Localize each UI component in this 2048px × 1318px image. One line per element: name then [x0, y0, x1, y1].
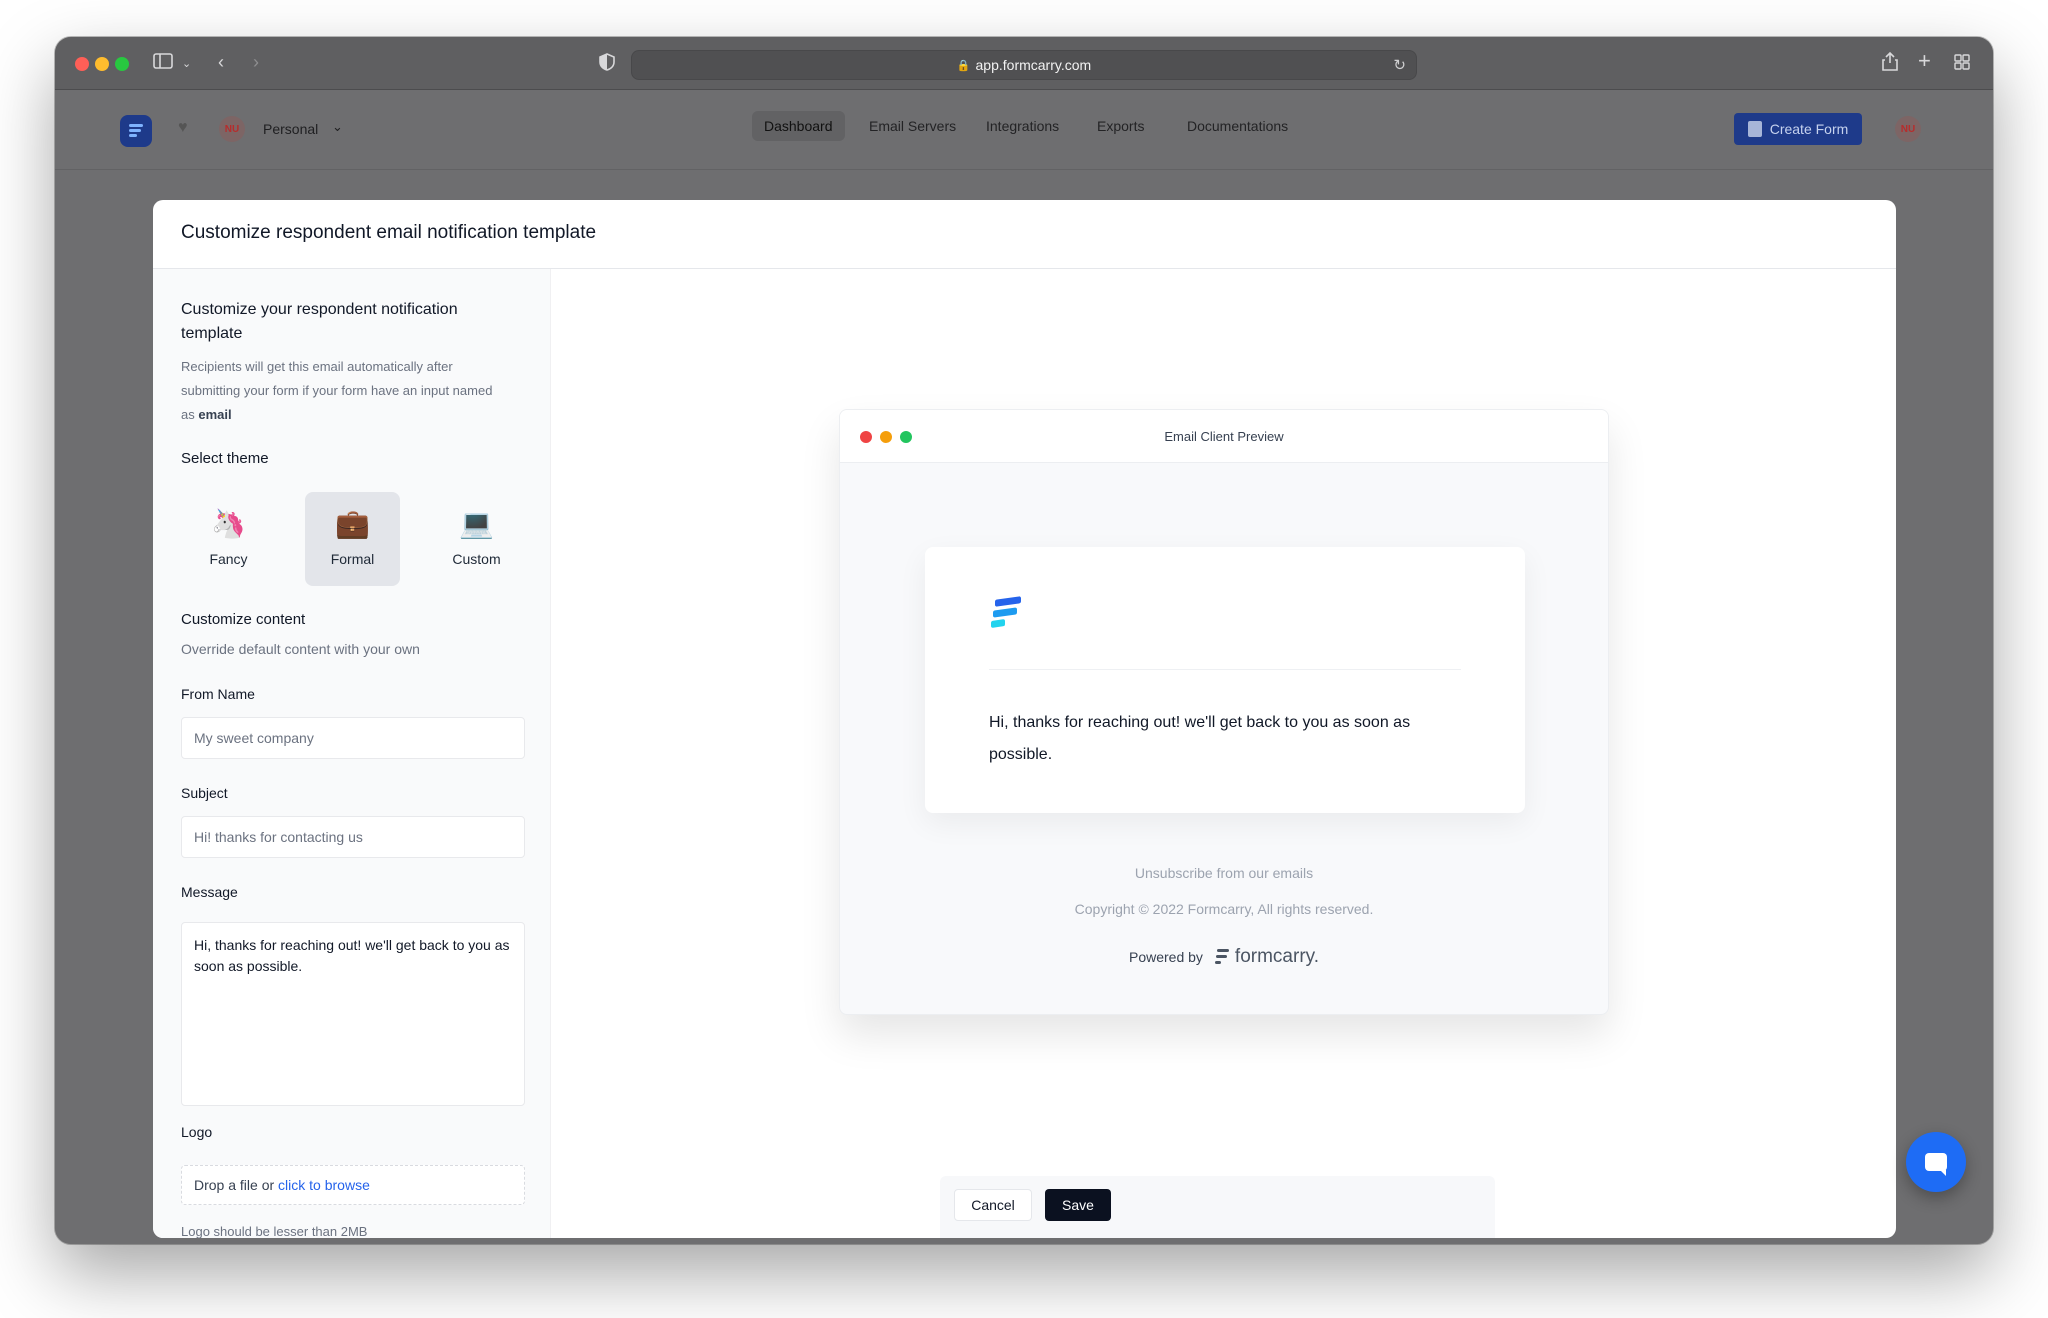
minimize-window-button[interactable] — [95, 57, 109, 71]
new-tab-icon[interactable]: + — [1918, 50, 1931, 72]
message-textarea[interactable]: Hi, thanks for reaching out! we'll get b… — [181, 922, 525, 1106]
chevron-down-icon[interactable]: ⌄ — [332, 119, 343, 135]
nav-integrations[interactable]: Integrations — [974, 111, 1071, 141]
theme-label: Custom — [452, 551, 501, 567]
logo-label: Logo — [181, 1124, 213, 1140]
customize-content-desc: Override default content with your own — [181, 641, 420, 657]
browser-titlebar: ⌄ ‹ › 🔒 app.formcarry.com ↻ + — [55, 37, 1993, 90]
nav-documentations[interactable]: Documentations — [1175, 111, 1300, 141]
modal-title: Customize respondent email notification … — [181, 222, 597, 243]
create-form-button[interactable]: Create Form — [1734, 113, 1862, 145]
email-card: Hi, thanks for reaching out! we'll get b… — [925, 547, 1525, 813]
browse-link[interactable]: click to browse — [278, 1177, 370, 1193]
email-message: Hi, thanks for reaching out! we'll get b… — [989, 714, 1411, 763]
modal-footer: Cancel Save — [940, 1176, 1495, 1238]
url-text: app.formcarry.com — [975, 57, 1092, 73]
theme-label: Formal — [330, 551, 375, 567]
briefcase-icon: 💼 — [335, 508, 370, 539]
tab-overview-icon[interactable] — [1954, 54, 1970, 74]
sidebar-toggle-icon[interactable] — [153, 53, 173, 73]
theme-label: Fancy — [209, 551, 248, 567]
form-icon — [1747, 121, 1762, 137]
email-divider — [989, 669, 1461, 670]
app-navbar: ♥ NU Personal ⌄ Dashboard Email Servers … — [55, 90, 1993, 170]
nav-dashboard[interactable]: Dashboard — [752, 111, 845, 141]
formcarry-logo-icon[interactable] — [120, 115, 152, 147]
forward-arrow-icon[interactable]: › — [253, 52, 259, 72]
workspace-avatar: NU — [219, 116, 245, 142]
theme-fancy[interactable]: 🦄 Fancy — [181, 492, 276, 586]
chevron-down-icon[interactable]: ⌄ — [182, 54, 191, 74]
create-form-label: Create Form — [1769, 121, 1849, 137]
heart-icon[interactable]: ♥ — [178, 119, 188, 137]
maximize-window-button[interactable] — [115, 57, 129, 71]
copyright-text: Copyright © 2022 Formcarry, All rights r… — [1074, 901, 1374, 917]
address-bar[interactable]: 🔒 app.formcarry.com ↻ — [631, 50, 1417, 80]
customize-template-modal: Customize respondent email notification … — [153, 200, 1896, 1238]
from-name-label: From Name — [181, 686, 255, 702]
settings-panel: Customize your respondent notification t… — [153, 269, 551, 1238]
message-label: Message — [181, 884, 238, 900]
reload-icon[interactable]: ↻ — [1393, 56, 1406, 74]
app-background: ♥ NU Personal ⌄ Dashboard Email Servers … — [55, 90, 1993, 1244]
chat-widget-button[interactable] — [1906, 1132, 1966, 1192]
save-button[interactable]: Save — [1045, 1189, 1111, 1221]
powered-by: Powered by formcarry. — [840, 946, 1608, 968]
nav-exports[interactable]: Exports — [1085, 111, 1156, 141]
description-bold: email — [198, 407, 232, 422]
powered-by-label: Powered by — [1128, 949, 1203, 965]
customize-content-label: Customize content — [181, 611, 306, 628]
formcarry-wordmark: formcarry. — [1234, 946, 1320, 967]
theme-custom[interactable]: 💻 Custom — [429, 492, 524, 586]
formcarry-mark-icon — [1214, 949, 1229, 965]
unicorn-icon: 🦄 — [211, 508, 246, 539]
logo-dropzone[interactable]: Drop a file or click to browse — [181, 1165, 525, 1205]
select-theme-label: Select theme — [181, 450, 269, 467]
browser-window: ⌄ ‹ › 🔒 app.formcarry.com ↻ + ♥ NU Perso… — [55, 37, 1993, 1244]
share-icon[interactable] — [1882, 51, 1898, 75]
theme-formal[interactable]: 💼 Formal — [305, 492, 400, 586]
lock-icon: 🔒 — [956, 59, 971, 72]
unsubscribe-link[interactable]: Unsubscribe from our emails — [840, 865, 1608, 881]
close-window-button[interactable] — [75, 57, 89, 71]
modal-header: Customize respondent email notification … — [153, 200, 1896, 269]
nav-email-servers[interactable]: Email Servers — [857, 111, 968, 141]
back-arrow-icon[interactable]: ‹ — [218, 52, 224, 72]
dropzone-text: Drop a file or — [194, 1177, 279, 1193]
laptop-icon: 💻 — [459, 508, 494, 539]
logo-hint: Logo should be lesser than 2MB — [181, 1224, 368, 1238]
panel-heading: Customize your respondent notification t… — [181, 301, 458, 342]
workspace-name[interactable]: Personal — [263, 121, 318, 137]
subject-input[interactable]: Hi! thanks for contacting us — [181, 816, 525, 858]
panel-description: Recipients will get this email automatic… — [181, 355, 501, 427]
preview-titlebar: Email Client Preview — [840, 410, 1608, 463]
chat-bubble-icon — [1925, 1153, 1947, 1176]
cancel-button[interactable]: Cancel — [954, 1189, 1032, 1221]
user-avatar[interactable]: NU — [1895, 116, 1921, 142]
from-name-input[interactable]: My sweet company — [181, 717, 525, 759]
preview-title: Email Client Preview — [1164, 429, 1284, 444]
formcarry-logo-icon — [991, 596, 1021, 634]
shield-icon[interactable] — [599, 53, 615, 75]
email-preview-window: Email Client Preview Hi, thanks for reac… — [839, 409, 1609, 1015]
formcarry-brand: formcarry. — [1214, 946, 1320, 968]
subject-label: Subject — [181, 785, 228, 801]
